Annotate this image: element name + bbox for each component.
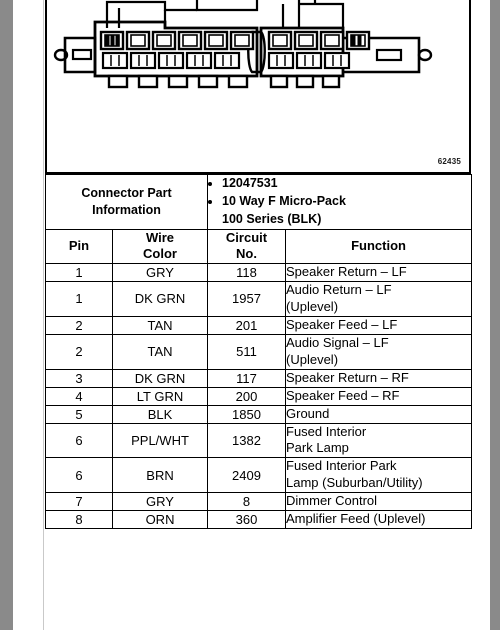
cell-function: Amplifier Feed (Uplevel) xyxy=(285,510,473,530)
cell-function: Dimmer Control xyxy=(285,492,473,512)
figure-number: 62435 xyxy=(437,157,461,166)
function-line1: Speaker Feed – RF xyxy=(286,387,400,403)
cell-pin: 6 xyxy=(45,457,113,494)
function-line1: Audio Return – LF xyxy=(286,282,392,297)
connector-pinout-table: Connector Part Information 12047531 10 W… xyxy=(44,174,473,530)
cell-wire-color: GRY xyxy=(111,263,209,282)
connector-part-information-label: Connector Part Information xyxy=(44,174,209,230)
table-row: 3 DK GRN 117 Speaker Return – RF xyxy=(45,368,473,388)
cell-circuit-no: 2409 xyxy=(207,457,287,494)
cpi-desc-line2: 100 Series (BLK) xyxy=(222,211,322,226)
table-header-row: Pin Wire Color Circuit No. Function xyxy=(45,228,473,265)
wire-color-header-line1: Wire xyxy=(145,229,175,245)
cpi-part-description: 10 Way F Micro-Pack 100 Series (BLK) xyxy=(222,193,471,228)
function-line1: Speaker Feed – LF xyxy=(286,316,398,332)
cell-wire-color: BLK xyxy=(111,404,209,424)
connector-part-information-row: Connector Part Information 12047531 10 W… xyxy=(44,174,473,230)
cell-wire-color: TAN xyxy=(111,315,209,335)
table-row: 1 GRY 118 Speaker Return – LF xyxy=(45,263,473,282)
terminal-cavities-lower xyxy=(101,51,351,70)
cell-circuit-no: 1957 xyxy=(207,281,287,317)
cell-pin: 1 xyxy=(45,281,113,317)
cell-function: Speaker Feed – LF xyxy=(285,315,473,335)
cell-circuit-no: 1382 xyxy=(207,422,287,459)
cell-function: Speaker Feed – RF xyxy=(285,386,473,406)
cell-wire-color: TAN xyxy=(111,333,209,370)
table-row: 7 GRY 8 Dimmer Control xyxy=(45,492,473,512)
function-line2: Lamp (Suburban/Utility) xyxy=(286,475,423,491)
cell-circuit-no: 8 xyxy=(207,492,287,512)
table-row: 2 TAN 201 Speaker Feed – LF xyxy=(45,315,473,335)
function-line1: Fused Interior xyxy=(286,423,367,439)
cell-function: Fused Interior Park Lamp (Suburban/Utilit… xyxy=(285,457,473,494)
function-line1: Fused Interior Park xyxy=(286,458,397,474)
table-row: 5 BLK 1850 Ground xyxy=(45,404,473,424)
cell-function: Ground xyxy=(285,404,473,424)
cell-circuit-no: 511 xyxy=(207,333,287,370)
function-line1: Dimmer Control xyxy=(286,493,378,509)
cell-function: Fused Interior Park Lamp xyxy=(285,422,473,459)
table-row: 4 LT GRN 200 Speaker Feed – RF xyxy=(45,386,473,406)
cell-function: Speaker Return – RF xyxy=(285,368,473,388)
function-line1: Speaker Return – LF xyxy=(286,264,407,280)
connector-drawing xyxy=(53,0,433,89)
cell-pin: 6 xyxy=(45,422,113,459)
function-line2: (Uplevel) xyxy=(286,351,339,367)
function-line1: Audio Signal – LF xyxy=(286,334,389,350)
wire-color-header-line2: Color xyxy=(143,246,177,262)
cpi-part-number: 12047531 xyxy=(222,175,471,192)
table-row: 1 DK GRN 1957 Audio Return – LF (Uplevel) xyxy=(45,281,473,317)
cell-circuit-no: 1850 xyxy=(207,404,287,424)
table-row: 6 PPL/WHT 1382 Fused Interior Park Lamp xyxy=(45,422,473,459)
column-header-wire-color: Wire Color xyxy=(111,228,209,265)
column-header-pin: Pin xyxy=(45,228,113,265)
column-header-circuit-no: Circuit No. xyxy=(207,228,287,265)
cell-circuit-no: 360 xyxy=(207,510,287,530)
table-row: 6 BRN 2409 Fused Interior Park Lamp (Suburba… xyxy=(45,457,473,494)
cell-wire-color: LT GRN xyxy=(111,386,209,406)
connector-locking-feet xyxy=(107,74,341,89)
function-line2: (Uplevel) xyxy=(286,298,339,314)
cell-wire-color: GRY xyxy=(111,492,209,512)
cell-pin: 4 xyxy=(45,386,113,406)
cpi-label-line1: Connector Part xyxy=(81,186,172,200)
table-body: 1 GRY 118 Speaker Return – LF 1 DK GRN 1957 Aud… xyxy=(45,263,473,530)
circuit-header-line2: No. xyxy=(236,246,257,262)
function-line2: Park Lamp xyxy=(286,440,349,456)
table-row: 8 ORN 360 Amplifier Feed (Uplevel) xyxy=(45,510,473,530)
cell-wire-color: DK GRN xyxy=(111,368,209,388)
connector-illustration-frame: 62435 xyxy=(45,0,471,174)
function-line1: Amplifier Feed (Uplevel) xyxy=(286,511,426,527)
cell-function: Audio Signal – LF (Uplevel) xyxy=(285,333,473,370)
cell-pin: 5 xyxy=(45,404,113,424)
cell-function: Audio Return – LF (Uplevel) xyxy=(285,281,473,317)
cell-wire-color: ORN xyxy=(111,510,209,530)
cell-wire-color: BRN xyxy=(111,457,209,494)
cell-circuit-no: 118 xyxy=(207,263,287,282)
cell-circuit-no: 200 xyxy=(207,386,287,406)
circuit-header-line1: Circuit xyxy=(225,229,268,245)
cell-pin: 1 xyxy=(45,263,113,282)
cell-pin: 2 xyxy=(45,333,113,370)
function-line1: Ground xyxy=(286,405,330,421)
document-page: 62435 Connector Part Information 1204753… xyxy=(13,0,490,630)
function-line1: Speaker Return – RF xyxy=(286,369,409,385)
cpi-label-line2: Information xyxy=(92,202,161,217)
terminal-cavities-upper xyxy=(99,30,371,51)
cell-circuit-no: 201 xyxy=(207,315,287,335)
table-row: 2 TAN 511 Audio Signal – LF (Uplevel) xyxy=(45,333,473,370)
cell-pin: 7 xyxy=(45,492,113,512)
cell-pin: 3 xyxy=(45,368,113,388)
cell-wire-color: DK GRN xyxy=(111,281,209,317)
cell-circuit-no: 117 xyxy=(207,368,287,388)
page-gutter-rule xyxy=(43,0,44,630)
cell-pin: 8 xyxy=(45,510,113,530)
cell-function: Speaker Return – LF xyxy=(285,263,473,282)
cell-wire-color: PPL/WHT xyxy=(111,422,209,459)
column-header-function: Function xyxy=(285,228,473,265)
cpi-desc-line1: 10 Way F Micro-Pack xyxy=(222,194,346,209)
cell-pin: 2 xyxy=(45,315,113,335)
connector-part-information-values: 12047531 10 Way F Micro-Pack 100 Series … xyxy=(207,174,473,230)
